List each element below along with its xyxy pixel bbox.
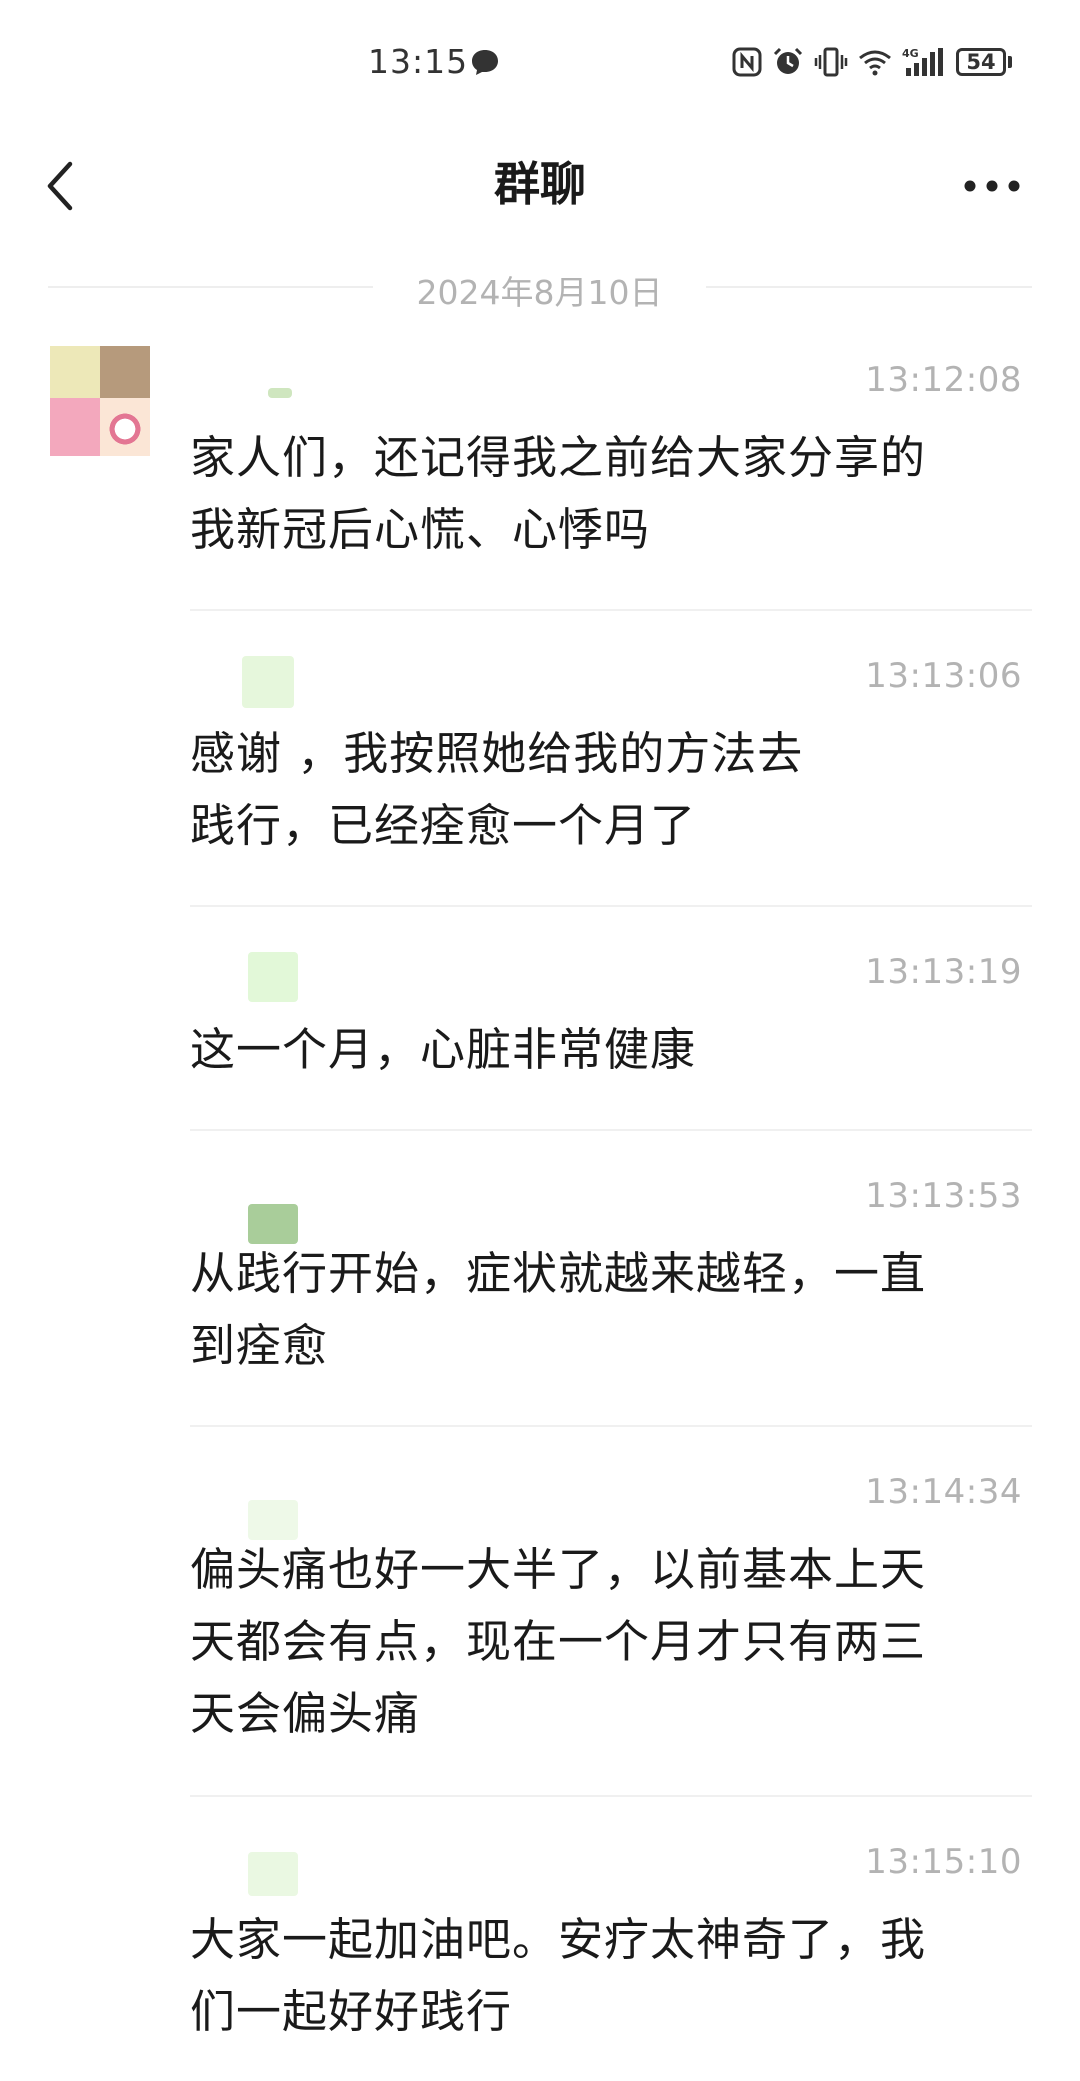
divider-line	[706, 286, 1032, 288]
message-text[interactable]: 感谢 ，我按照她给我的方法去 践行，已经痊愈一个月了	[190, 718, 1040, 862]
sender-name-redacted	[190, 656, 590, 708]
message-text[interactable]: 大家一起加油吧。安疗太神奇了，我 们一起好好践行	[190, 1904, 1040, 2048]
message-timestamp: 13:14:34	[865, 1472, 1022, 1512]
message-text[interactable]: 偏头痛也好一大半了，以前基本上天 天都会有点，现在一个月才只有两三 天会偏头痛	[190, 1534, 1040, 1750]
chat-notification-icon	[472, 50, 498, 75]
message-timestamp: 13:13:06	[865, 656, 1022, 696]
nfc-icon	[732, 47, 762, 77]
message-timestamp: 13:15:10	[865, 1842, 1022, 1882]
message-divider	[190, 1425, 1032, 1427]
svg-text:4G: 4G	[902, 47, 919, 60]
more-options-icon[interactable]	[960, 166, 1024, 206]
date-label: 2024年8月10日	[416, 273, 663, 312]
message-text[interactable]: 从践行开始，症状就越来越轻，一直 到痊愈	[190, 1238, 1040, 1382]
sender-name-redacted	[190, 1472, 590, 1540]
battery-tip	[1008, 56, 1012, 68]
avatar[interactable]	[50, 346, 150, 456]
date-divider: 2024年8月10日	[48, 262, 1032, 312]
message-text[interactable]: 这一个月，心脏非常健康	[190, 1014, 1040, 1086]
status-icons: 4G 54	[732, 44, 1012, 80]
sender-name-redacted	[190, 360, 590, 412]
message-divider	[190, 1129, 1032, 1131]
wifi-icon	[859, 50, 891, 76]
signal-4g-icon: 4G	[902, 47, 943, 76]
message-divider	[190, 1795, 1032, 1797]
message-timestamp: 13:12:08	[865, 360, 1022, 400]
alarm-icon	[773, 47, 803, 74]
message-divider	[190, 609, 1032, 611]
sender-name-redacted	[190, 1842, 590, 1896]
message-timestamp: 13:13:53	[865, 1176, 1022, 1216]
message-timestamp: 13:13:19	[865, 952, 1022, 992]
message-text[interactable]: 家人们，还记得我之前给大家分享的 我新冠后心慌、心悸吗	[190, 422, 1040, 566]
vibrate-icon	[814, 47, 848, 77]
divider-line	[48, 286, 373, 288]
sender-name-redacted	[190, 952, 590, 1004]
battery-icon: 54	[956, 48, 1006, 76]
page-title: 群聊	[494, 157, 586, 211]
sender-name-redacted	[190, 1176, 590, 1244]
message-divider	[190, 905, 1032, 907]
status-bar: 13:15 4G 54	[0, 0, 1080, 120]
status-time: 13:15	[368, 42, 469, 81]
